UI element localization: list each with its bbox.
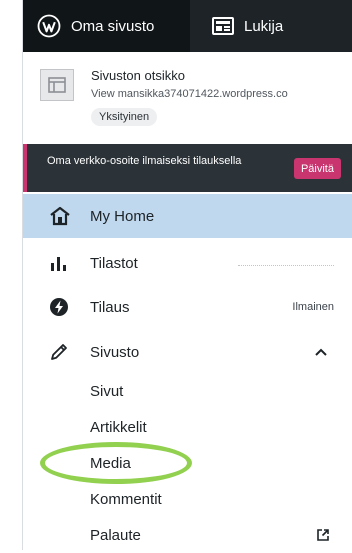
sidebar-item-label: Tilaus: [90, 298, 130, 316]
submenu-item-comments[interactable]: Kommentit: [23, 483, 352, 517]
reader-icon: [212, 17, 234, 35]
submenu-item-label: Kommentit: [90, 491, 162, 508]
home-icon: [49, 206, 71, 226]
sidebar-item-plan[interactable]: Tilaus Ilmainen: [23, 285, 352, 329]
sidebar-item-site[interactable]: Sivusto: [23, 330, 352, 374]
submenu-item-label: Palaute: [90, 527, 141, 544]
tab-reader[interactable]: Lukija: [190, 0, 352, 52]
submenu-item-media[interactable]: Media: [23, 447, 352, 481]
upgrade-nudge-banner[interactable]: Oma verkko-osoite ilmaiseksi tilauksella…: [23, 144, 352, 192]
sidebar-item-label: My Home: [90, 207, 155, 225]
current-site-card[interactable]: Sivuston otsikko View mansikka374071422.…: [23, 52, 352, 142]
tab-my-site-label: Oma sivusto: [71, 17, 155, 35]
external-link-icon: [316, 528, 330, 542]
submenu-item-posts[interactable]: Artikkelit: [23, 411, 352, 445]
sidebar-item-stats[interactable]: Tilastot: [23, 241, 352, 285]
upgrade-nudge-text: Oma verkko-osoite ilmaiseksi tilauksella: [47, 155, 242, 167]
stats-icon: [49, 254, 69, 272]
submenu-item-label: Media: [90, 455, 131, 472]
masterbar: Oma sivusto Lukija: [23, 0, 352, 52]
site-title: Sivuston otsikko: [91, 68, 185, 83]
site-url-link[interactable]: View mansikka374071422.wordpress.co: [91, 88, 349, 100]
plan-icon: [49, 297, 69, 317]
upgrade-button[interactable]: Päivitä: [293, 158, 341, 179]
site-visibility-badge: Yksityinen: [91, 108, 158, 126]
submenu-item-feedback[interactable]: Palaute: [23, 519, 352, 553]
tab-reader-label: Lukija: [244, 17, 284, 35]
sidebar-item-label: Tilastot: [90, 254, 138, 272]
sidebar-item-my-home[interactable]: My Home: [23, 194, 352, 238]
pencil-icon: [49, 342, 69, 362]
sidebar-item-label: Sivusto: [90, 343, 140, 361]
chevron-up-icon[interactable]: [314, 348, 328, 357]
stats-sparkline: [238, 265, 334, 267]
tab-my-site[interactable]: Oma sivusto: [23, 0, 190, 52]
site-thumbnail-icon: [40, 69, 74, 101]
submenu-item-pages[interactable]: Sivut: [23, 375, 352, 409]
plan-badge: Ilmainen: [292, 301, 334, 313]
wordpress-icon: [37, 14, 61, 38]
submenu-item-label: Sivut: [90, 383, 124, 400]
submenu-item-label: Artikkelit: [90, 419, 147, 436]
